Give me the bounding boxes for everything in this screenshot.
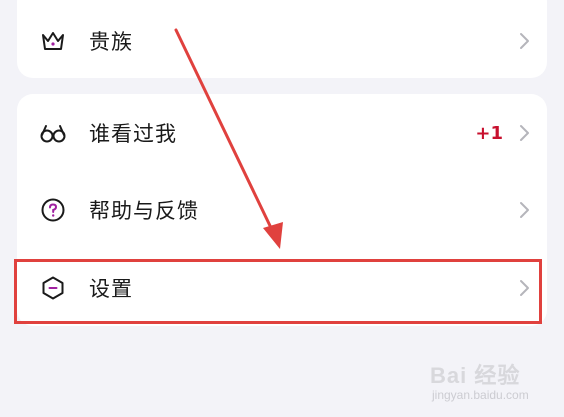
glasses-icon: [39, 119, 67, 147]
watermark-url: jingyan.baidu.com: [432, 388, 529, 402]
menu-card-top: 贵族: [17, 0, 547, 78]
menu-item-nobility[interactable]: 贵族: [17, 2, 547, 80]
notification-badge: +1: [475, 122, 503, 144]
chevron-right-icon: [517, 123, 531, 143]
menu-item-label: 帮助与反馈: [89, 199, 199, 223]
menu-item-label: 谁看过我: [89, 122, 177, 146]
crown-icon: [39, 27, 67, 55]
menu-item-help-feedback[interactable]: 帮助与反馈: [17, 171, 547, 249]
baidu-jingyan-watermark: Bai 经验 jingyan.baidu.com: [430, 354, 558, 410]
chevron-right-icon: [517, 31, 531, 51]
menu-item-who-viewed-me[interactable]: 谁看过我 +1: [17, 94, 547, 172]
watermark-brand: Bai 经验: [430, 363, 521, 388]
chevron-right-icon: [517, 200, 531, 220]
menu-item-label: 贵族: [89, 30, 133, 54]
annotation-highlight-box: [14, 259, 542, 324]
help-question-icon: [39, 196, 67, 224]
